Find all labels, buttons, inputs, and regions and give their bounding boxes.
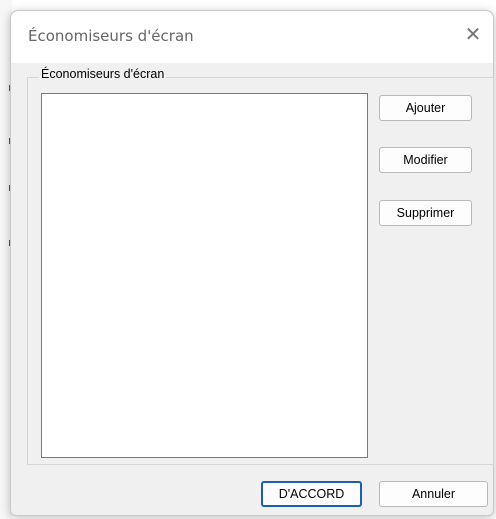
groupbox-label: Économiseurs d'écran — [39, 67, 167, 81]
close-icon[interactable]: ✕ — [461, 23, 485, 47]
add-button[interactable]: Ajouter — [379, 95, 472, 121]
dialog-title: Économiseurs d'écran — [28, 27, 194, 45]
modify-button[interactable]: Modifier — [379, 147, 472, 173]
dialog-titlebar: Économiseurs d'écran ✕ — [11, 11, 493, 63]
screensaver-dialog: Économiseurs d'écran ✕ Économiseurs d'éc… — [10, 10, 494, 516]
delete-button[interactable]: Supprimer — [379, 200, 472, 226]
screensavers-list[interactable] — [41, 93, 368, 458]
ok-button[interactable]: D'ACCORD — [261, 481, 362, 507]
cancel-button[interactable]: Annuler — [379, 481, 488, 507]
